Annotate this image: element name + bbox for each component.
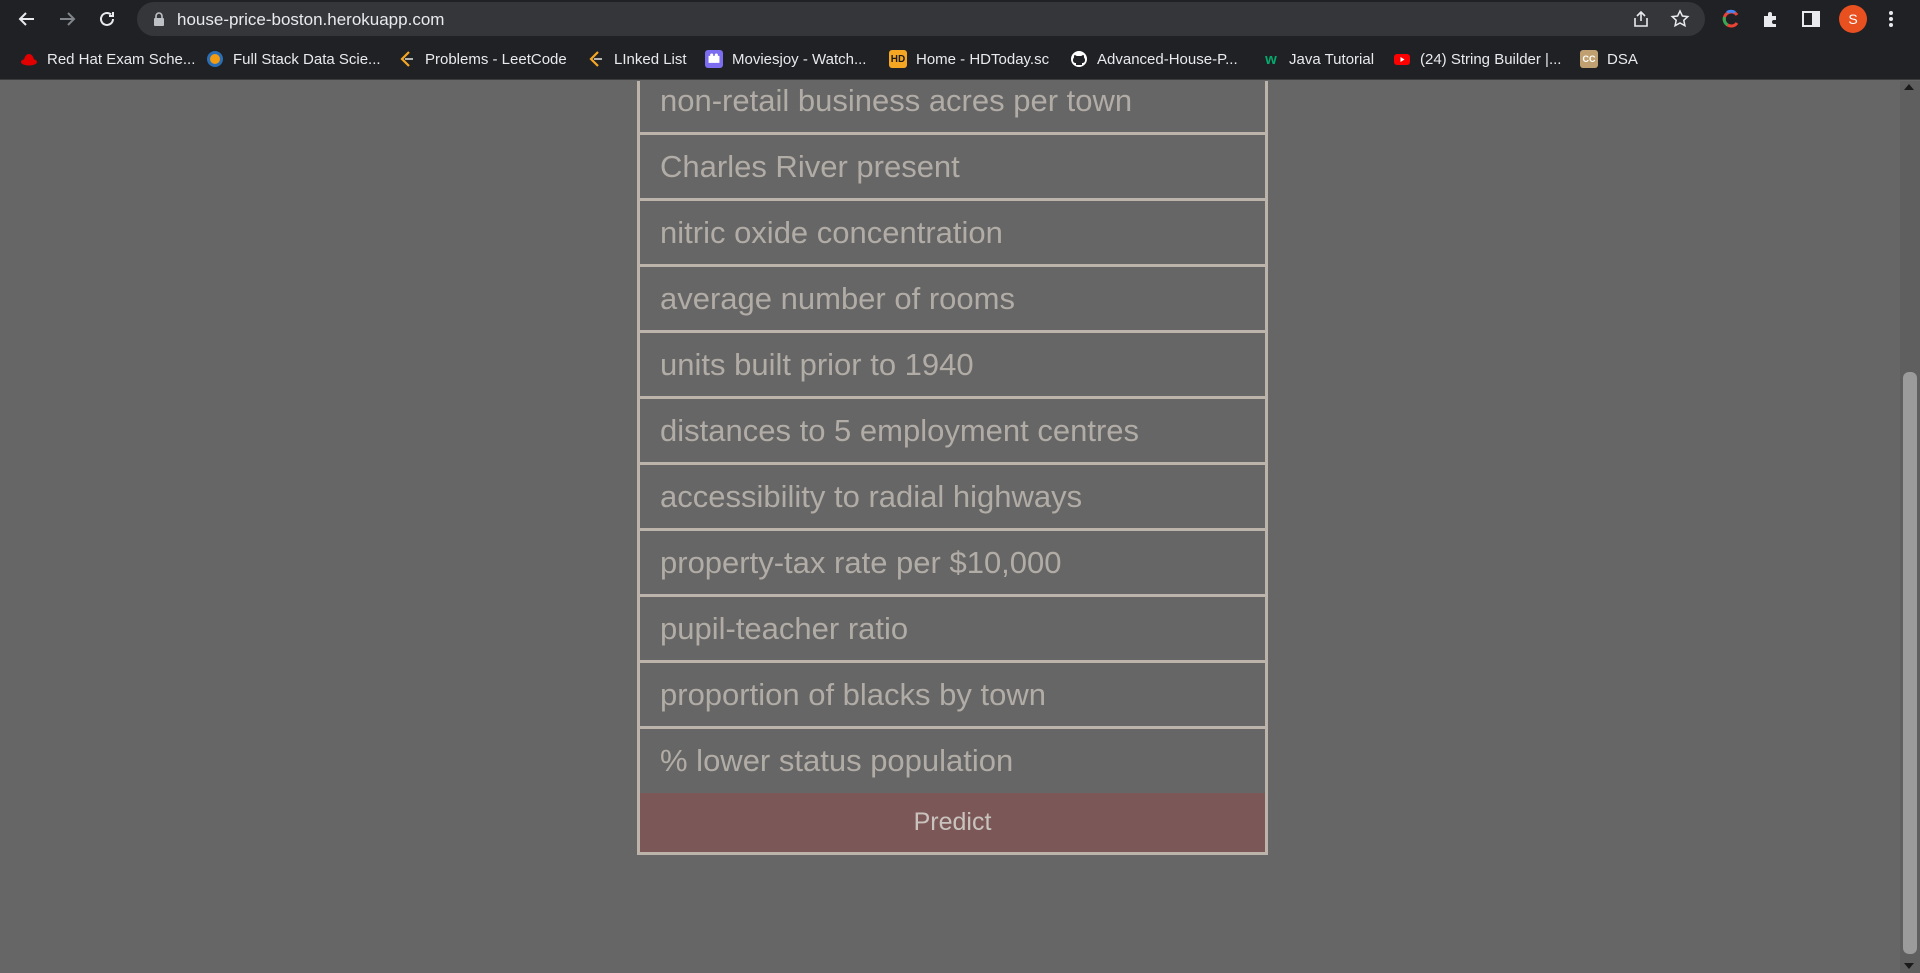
side-panel-icon[interactable] (1799, 7, 1823, 31)
puzzle-icon[interactable] (1759, 7, 1783, 31)
share-icon[interactable] (1631, 9, 1651, 29)
leetcode-icon (398, 50, 416, 68)
prediction-form: non-retail business acres per town Charl… (637, 81, 1268, 855)
bookmark-label: Moviesjoy - Watch... (732, 50, 867, 68)
address-bar[interactable]: house-price-boston.herokuapp.com (137, 2, 1705, 36)
input-rm[interactable]: average number of rooms (640, 267, 1265, 333)
field-placeholder: pupil-teacher ratio (660, 610, 909, 646)
bookmark-label: Java Tutorial (1289, 50, 1375, 68)
profile-avatar[interactable]: S (1839, 5, 1867, 33)
input-dis[interactable]: distances to 5 employment centres (640, 399, 1265, 465)
bookmark-item[interactable]: Full Stack Data Scie... (206, 48, 381, 70)
youtube-icon (1393, 50, 1411, 68)
vertical-scrollbar[interactable] (1900, 81, 1920, 973)
field-placeholder: average number of rooms (660, 280, 1015, 316)
field-placeholder: Charles River present (660, 148, 960, 184)
bookmark-item[interactable]: Advanced-House-P... (1070, 48, 1238, 70)
field-placeholder: distances to 5 employment centres (660, 412, 1140, 448)
bookmark-label: DSA (1607, 50, 1638, 68)
bookmark-item[interactable]: Red Hat Exam Sche... (20, 48, 195, 70)
field-placeholder: % lower status population (660, 743, 1014, 778)
page-viewport: non-retail business acres per town Charl… (0, 81, 1900, 973)
bookmark-label: Advanced-House-P... (1097, 50, 1238, 68)
input-indus[interactable]: non-retail business acres per town (640, 81, 1265, 135)
field-placeholder: nitric oxide concentration (660, 214, 1003, 250)
scrollbar-thumb[interactable] (1903, 372, 1917, 954)
menu-kebab-icon[interactable] (1879, 7, 1903, 31)
bookmark-label: Red Hat Exam Sche... (47, 50, 196, 68)
bookmark-label: Full Stack Data Scie... (233, 50, 381, 68)
arrow-right-icon (60, 12, 76, 26)
bookmark-item[interactable]: CC DSA (1580, 48, 1638, 70)
hd-icon: HD (889, 50, 907, 68)
field-placeholder: units built prior to 1940 (660, 346, 974, 382)
star-icon[interactable] (1670, 9, 1690, 29)
arrow-left-icon (18, 12, 34, 26)
reload-icon (100, 11, 114, 26)
bookmark-item[interactable]: LInked List (587, 48, 687, 70)
github-icon (1070, 50, 1088, 68)
forward-button[interactable] (52, 4, 82, 34)
bookmark-item[interactable]: (24) String Builder |... (1393, 48, 1561, 70)
field-placeholder: proportion of blacks by town (660, 676, 1046, 712)
leetcode-icon (587, 50, 605, 68)
w3-icon: w (1265, 50, 1277, 68)
bookmarks-bar: Red Hat Exam Sche... Full Stack Data Sci… (0, 38, 1920, 80)
browser-toolbar: house-price-boston.herokuapp.com S (0, 0, 1920, 38)
predict-button[interactable]: Predict (640, 793, 1265, 852)
input-b[interactable]: proportion of blacks by town (640, 663, 1265, 729)
input-lstat[interactable]: % lower status population (640, 729, 1265, 793)
bookmark-item[interactable]: Moviesjoy - Watch... (705, 48, 866, 70)
input-rad[interactable]: accessibility to radial highways (640, 465, 1265, 531)
url-text[interactable]: house-price-boston.herokuapp.com (177, 10, 444, 30)
input-age[interactable]: units built prior to 1940 (640, 333, 1265, 399)
redhat-icon (20, 50, 38, 68)
bookmark-label: Home - HDToday.sc (916, 50, 1050, 68)
cc-icon: CC (1580, 50, 1598, 68)
reload-button[interactable] (92, 4, 122, 34)
field-placeholder: property-tax rate per $10,000 (660, 544, 1062, 580)
scroll-up-arrow-icon[interactable] (1904, 84, 1914, 90)
globe-icon (206, 50, 224, 68)
bookmark-label: LInked List (614, 50, 687, 68)
input-tax[interactable]: property-tax rate per $10,000 (640, 531, 1265, 597)
bookmark-item[interactable]: Problems - LeetCode (398, 48, 567, 70)
scroll-down-arrow-icon[interactable] (1904, 963, 1914, 969)
field-placeholder: accessibility to radial highways (660, 478, 1083, 514)
bookmark-label: (24) String Builder |... (1420, 50, 1562, 68)
back-button[interactable] (12, 4, 42, 34)
field-placeholder: non-retail business acres per town (660, 82, 1133, 118)
input-ptratio[interactable]: pupil-teacher ratio (640, 597, 1265, 663)
lock-icon (154, 12, 164, 26)
bookmark-item[interactable]: HD Home - HDToday.sc (889, 48, 1049, 70)
bookmark-item[interactable]: w Java Tutorial (1262, 48, 1374, 70)
film-icon (705, 50, 723, 68)
extension-color-icon[interactable] (1719, 7, 1743, 31)
input-chas[interactable]: Charles River present (640, 135, 1265, 201)
input-nox[interactable]: nitric oxide concentration (640, 201, 1265, 267)
bookmark-label: Problems - LeetCode (425, 50, 567, 68)
